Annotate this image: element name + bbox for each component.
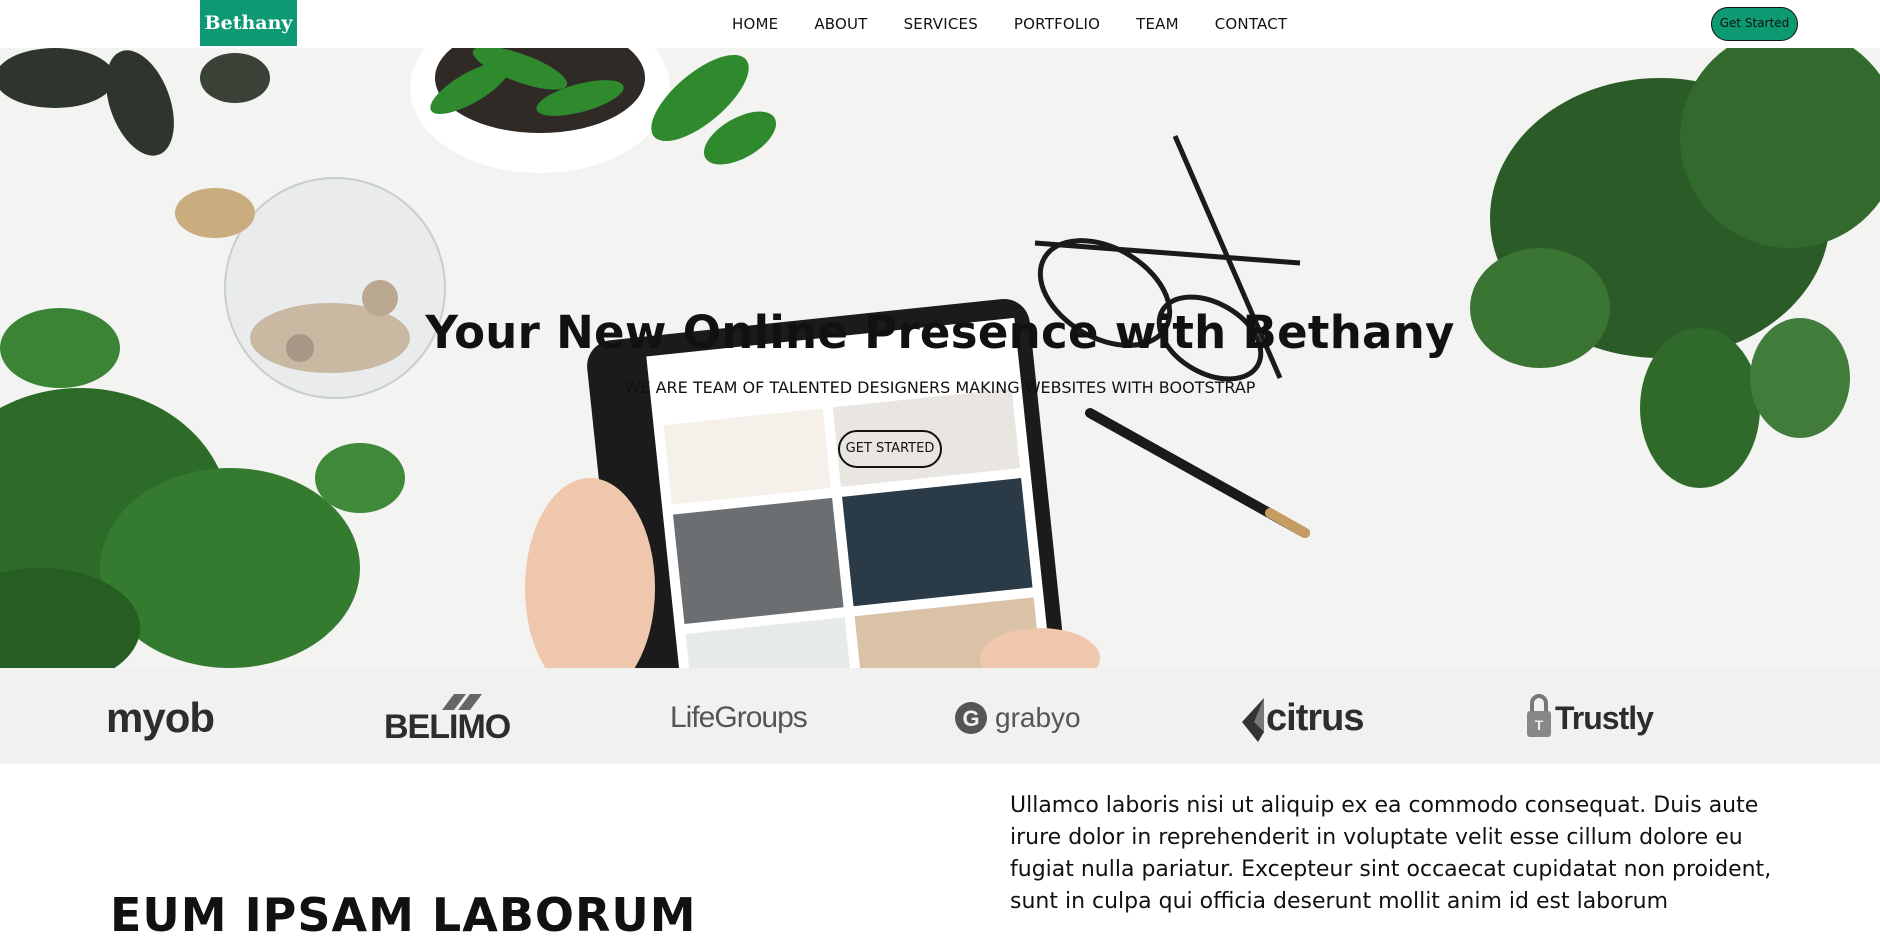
nav-team[interactable]: TEAM [1136,15,1179,33]
main-nav: HOME ABOUT SERVICES PORTFOLIO TEAM CONTA… [720,0,1323,48]
padlock-icon: T [1527,694,1551,737]
hero-get-started-button[interactable]: GET STARTED [838,430,942,468]
client-logo-trustly: T Trustly [1525,692,1654,744]
nav-services[interactable]: SERVICES [904,15,978,33]
hero-title: Your New Online Presence with Bethany [425,306,1455,359]
client-logo-myob: myob [106,694,215,741]
nav-contact[interactable]: CONTACT [1215,15,1288,33]
grabyo-g-icon: G [955,702,987,734]
hero-subtitle: WE ARE TEAM OF TALENTED DESIGNERS MAKING… [624,378,1256,397]
client-logo-grabyo: G grabyo [955,692,1081,744]
citrus-leaf-icon [1242,698,1264,742]
nav-portfolio[interactable]: PORTFOLIO [1014,15,1100,33]
client-logo-citrus: citrus [1240,692,1364,744]
get-started-button[interactable]: Get Started [1711,7,1798,41]
logo[interactable]: Bethany [200,0,297,46]
nav-home[interactable]: HOME [732,15,778,33]
nav-about[interactable]: ABOUT [814,15,867,33]
about-paragraph: Ullamco laboris nisi ut aliquip ex ea co… [1010,793,1772,914]
about-text: Ullamco laboris nisi ut aliquip ex ea co… [1010,790,1780,918]
svg-text:G: G [962,706,979,731]
hero-section: Your New Online Presence with Bethany WE… [0,48,1880,668]
client-logo-belimo: BELIMO [384,692,511,746]
about-heading: EUM IPSAM LABORUM [110,888,697,942]
svg-text:T: T [1535,717,1544,733]
client-logo-lifegroups: LifeGroups [670,701,808,734]
site-header: Bethany HOME ABOUT SERVICES PORTFOLIO TE… [0,0,1880,48]
clients-section: myob BELIMO LifeGroups G grabyo citrus T… [0,668,1880,764]
